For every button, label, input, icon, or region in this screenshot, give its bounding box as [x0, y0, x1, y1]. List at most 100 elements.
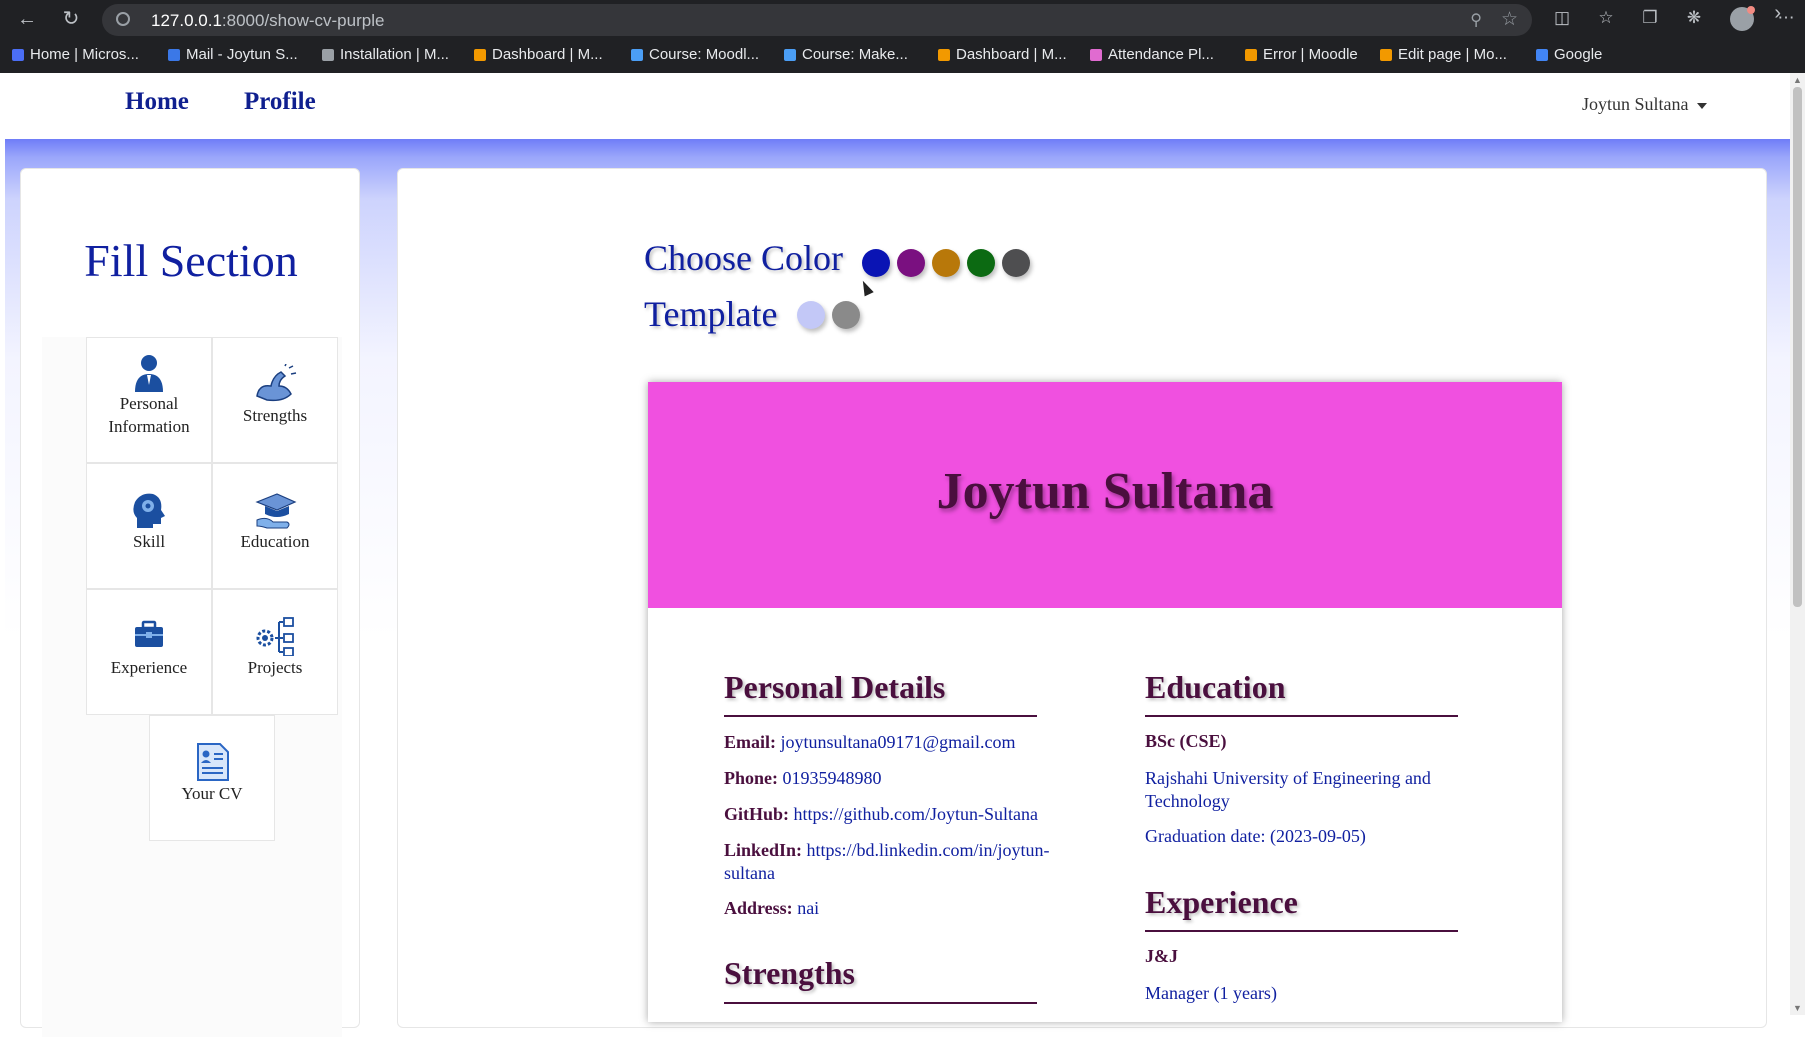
bookmark-item[interactable]: Dashboard | M...: [938, 46, 1067, 63]
choose-color-label: Choose Color: [644, 238, 844, 278]
bookmark-label: Edit page | Mo...: [1398, 46, 1507, 63]
bookmark-label: Google: [1554, 46, 1603, 63]
phone-label: Phone:: [724, 768, 778, 788]
color-swatch-orange[interactable]: [932, 249, 960, 277]
color-swatch-gray[interactable]: [1002, 249, 1030, 277]
divider: [724, 1002, 1037, 1004]
tile-education[interactable]: Education: [212, 463, 338, 589]
notification-dot: [1747, 6, 1755, 14]
bookmark-item[interactable]: Edit page | Mo...: [1380, 46, 1507, 63]
divider: [1145, 930, 1458, 932]
tile-label: Personal Information: [108, 394, 190, 436]
address-bar[interactable]: 127.0.0.1:8000/show-cv-purple ⚲ ☆: [102, 4, 1532, 36]
brain-head-icon: [133, 493, 165, 528]
scroll-down-icon[interactable]: ▼: [1793, 1003, 1802, 1013]
tile-strengths[interactable]: Strengths: [212, 337, 338, 463]
url-text[interactable]: 127.0.0.1:8000/show-cv-purple: [151, 11, 384, 31]
experience-role: Manager (1 years): [1145, 983, 1277, 1003]
bookmark-favicon-icon: [12, 48, 24, 61]
bookmark-favicon-icon: [168, 48, 180, 61]
cv-name: Joytun Sultana: [936, 463, 1274, 520]
bookmark-item[interactable]: Attendance Pl...: [1090, 46, 1214, 63]
bookmark-item[interactable]: Error | Moodle: [1245, 46, 1358, 63]
bookmark-label: Installation | M...: [340, 46, 449, 63]
education-institution: Rajshahi University of Engineering and T…: [1145, 768, 1431, 811]
tile-skill[interactable]: Skill: [86, 463, 212, 589]
nav-profile-link[interactable]: Profile: [244, 88, 316, 116]
collections-icon[interactable]: ❐: [1640, 8, 1660, 28]
bookmark-item[interactable]: Home | Micros...: [12, 46, 139, 63]
template-label: Template: [644, 294, 778, 334]
scroll-up-icon[interactable]: ▲: [1793, 75, 1802, 85]
browser-chrome: ← ↻ 127.0.0.1:8000/show-cv-purple ⚲ ☆ ◫ …: [0, 0, 1805, 73]
color-swatch-blue[interactable]: [862, 249, 890, 277]
divider: [724, 715, 1037, 717]
bookmark-star-icon[interactable]: ☆: [1501, 8, 1518, 31]
bookmark-favicon-icon: [1380, 48, 1392, 61]
email-label: Email:: [724, 732, 776, 752]
fill-section-sidebar: Fill Section Personal Information Streng…: [20, 168, 360, 1037]
tile-label: Skill: [132, 532, 166, 551]
linkedin-label: LinkedIn:: [724, 840, 803, 860]
bookmarks-bar: Home | Micros... Mail - Joytun S... Instal…: [0, 42, 1805, 70]
user-dropdown[interactable]: Joytun Sultana: [1582, 94, 1707, 115]
scroll-thumb[interactable]: [1793, 87, 1802, 607]
github-link[interactable]: https://github.com/Joytun-Sultana: [794, 804, 1039, 824]
chevron-right-icon[interactable]: ›: [1774, 2, 1781, 25]
extensions-icon[interactable]: ❋: [1684, 8, 1704, 28]
bookmark-item[interactable]: Dashboard | M...: [474, 46, 603, 63]
back-icon[interactable]: ←: [14, 6, 40, 32]
page-scrollbar[interactable]: ▲ ▼: [1790, 73, 1805, 1015]
graduation-cap-icon: [255, 493, 297, 529]
zoom-icon[interactable]: ⚲: [1470, 10, 1482, 30]
sidebar-title: Fill Section: [84, 235, 298, 286]
tile-personal-information[interactable]: Personal Information: [86, 337, 212, 463]
tile-experience[interactable]: Experience: [86, 589, 212, 715]
bookmark-favicon-icon: [1536, 48, 1548, 61]
caret-down-icon: [1696, 102, 1707, 109]
education-degree: BSc (CSE): [1145, 731, 1227, 751]
tile-projects[interactable]: Projects: [212, 589, 338, 715]
split-view-icon[interactable]: ◫: [1552, 8, 1572, 28]
bookmark-label: Dashboard | M...: [492, 46, 603, 63]
bookmark-item[interactable]: Course: Make...: [784, 46, 908, 63]
color-swatch-purple[interactable]: [897, 249, 925, 277]
address-value: nai: [797, 898, 820, 918]
github-row: GitHub: https://github.com/Joytun-Sultan…: [724, 803, 1054, 826]
color-swatch-green[interactable]: [967, 249, 995, 277]
cv-preview: Joytun Sultana Personal Details Email: j…: [648, 382, 1562, 1022]
bookmark-label: Mail - Joytun S...: [186, 46, 298, 63]
tile-label: Experience: [110, 658, 188, 677]
strengths-heading: Strengths: [724, 955, 855, 991]
site-info-icon[interactable]: [116, 12, 130, 26]
bookmark-favicon-icon: [1090, 48, 1102, 61]
favorites-icon[interactable]: ☆: [1596, 8, 1616, 28]
nav-home-link[interactable]: Home: [125, 88, 189, 116]
user-name: Joytun Sultana: [1582, 94, 1689, 114]
bookmark-favicon-icon: [631, 48, 643, 61]
site-navbar: Home Profile Joytun Sultana: [5, 73, 1790, 139]
education-heading: Education: [1145, 669, 1286, 705]
bookmark-favicon-icon: [322, 48, 334, 61]
bookmark-item[interactable]: Google: [1536, 46, 1602, 63]
section-grid: Personal Information Strengths Skill Edu…: [42, 337, 342, 1037]
experience-company: J&J: [1145, 946, 1178, 966]
template-swatch-light[interactable]: [797, 301, 825, 329]
template-swatch-gray[interactable]: [832, 301, 860, 329]
tile-your-cv[interactable]: Your CV: [149, 715, 275, 841]
email-row: Email: joytunsultana09171@gmail.com: [724, 731, 1054, 754]
bookmark-item[interactable]: Mail - Joytun S...: [168, 46, 298, 63]
personal-details-heading: Personal Details: [724, 669, 946, 705]
bookmark-favicon-icon: [474, 48, 486, 61]
bookmark-item[interactable]: Installation | M...: [322, 46, 449, 63]
experience-heading: Experience: [1145, 884, 1298, 920]
bookmark-label: Dashboard | M...: [956, 46, 1067, 63]
tile-label: Your CV: [181, 784, 243, 803]
person-icon: [135, 355, 163, 392]
email-value[interactable]: joytunsultana09171@gmail.com: [781, 732, 1016, 752]
bookmark-item[interactable]: Course: Moodl...: [631, 46, 759, 63]
github-label: GitHub:: [724, 804, 790, 824]
tile-label: Projects: [247, 658, 303, 677]
reload-icon[interactable]: ↻: [58, 6, 84, 32]
tile-label: Strengths: [242, 406, 308, 425]
